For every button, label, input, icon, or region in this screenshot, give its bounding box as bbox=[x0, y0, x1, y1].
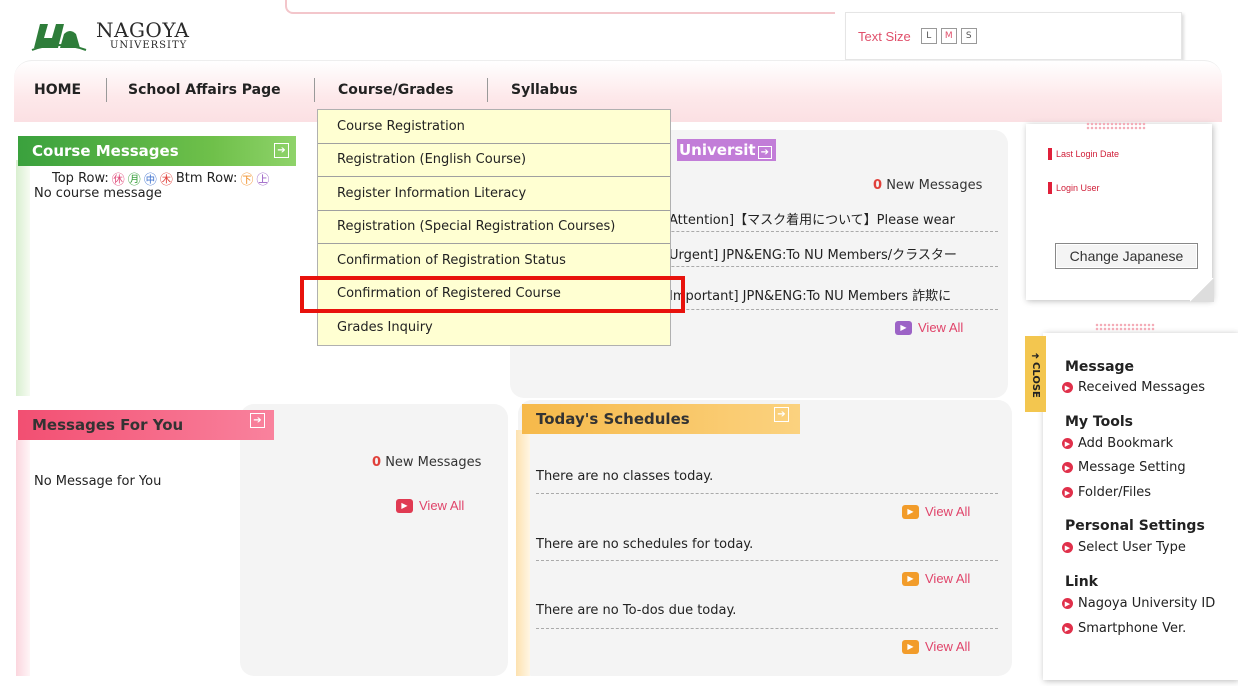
messages-for-you-bg bbox=[240, 404, 508, 676]
bullet-arrow-icon: ▶ bbox=[1062, 438, 1073, 449]
sidebar-heading-my-tools: My Tools bbox=[1065, 414, 1193, 430]
decorative-top-line bbox=[285, 0, 835, 14]
no-schedules-text: There are no schedules for today. bbox=[536, 537, 754, 552]
sidebar-link-nagoya-id[interactable]: ▶ Nagoya University ID bbox=[1062, 596, 1215, 611]
nav-divider bbox=[487, 78, 488, 102]
classes-view-all-link[interactable]: ▶ View All bbox=[902, 504, 970, 519]
messages-for-you-header[interactable]: Messages For You ➔ bbox=[18, 410, 274, 440]
messages-for-you-title: Messages For You bbox=[32, 416, 184, 434]
change-japanese-button[interactable]: Change Japanese bbox=[1055, 243, 1198, 269]
schedules-view-all-link[interactable]: ▶ View All bbox=[902, 571, 970, 586]
bullet-arrow-icon: ▶ bbox=[1062, 598, 1073, 609]
menu-item-registration-special[interactable]: Registration (Special Registration Cours… bbox=[318, 211, 670, 244]
nav-syllabus[interactable]: Syllabus bbox=[507, 82, 582, 104]
nav-divider bbox=[106, 78, 107, 102]
panel-side-stripe bbox=[16, 440, 30, 676]
close-sidebar-tab[interactable]: ➜ CLOSE bbox=[1025, 336, 1046, 412]
todos-view-all-link[interactable]: ▶ View All bbox=[902, 639, 970, 654]
bullet-arrow-icon: ▶ bbox=[1062, 462, 1073, 473]
nav-school-affairs[interactable]: School Affairs Page bbox=[124, 82, 285, 104]
bullet-arrow-icon: ▶ bbox=[1062, 542, 1073, 553]
open-arrow-icon[interactable]: ➔ bbox=[274, 143, 289, 158]
sidebar-heading-message: Message bbox=[1065, 359, 1195, 375]
university-message-1[interactable]: Attention]【マスク着用について】Please wear bbox=[669, 209, 955, 228]
decorative-dots bbox=[1095, 323, 1155, 331]
sidebar-link-add-bookmark[interactable]: ▶ Add Bookmark bbox=[1062, 436, 1173, 451]
course-messages-title: Course Messages bbox=[32, 142, 179, 160]
highlight-annotation-box bbox=[300, 276, 685, 313]
nav-divider bbox=[314, 78, 315, 102]
view-all-arrow-icon: ▶ bbox=[902, 571, 919, 586]
divider bbox=[536, 493, 998, 494]
text-size-large-button[interactable]: L bbox=[920, 28, 937, 44]
menu-item-confirm-registration-status[interactable]: Confirmation of Registration Status bbox=[318, 244, 670, 278]
nav-course-grades[interactable]: Course/Grades bbox=[334, 82, 458, 104]
text-size-small-button[interactable]: S bbox=[960, 28, 977, 44]
page-fold-corner bbox=[1190, 278, 1214, 302]
no-classes-text: There are no classes today. bbox=[536, 469, 714, 484]
text-size-control: Text Size L M S bbox=[845, 12, 1182, 60]
university-new-count: 0 New Messages bbox=[873, 178, 983, 193]
university-message-3[interactable]: Important] JPN&ENG:To NU Members 詐欺に bbox=[669, 285, 951, 304]
university-view-all-link[interactable]: ▶ View All bbox=[895, 320, 963, 335]
last-login-date-label: Last Login Date bbox=[1048, 148, 1119, 160]
todays-schedules-title: Today's Schedules bbox=[536, 410, 690, 428]
logo-sub-text: UNIVERSITY bbox=[110, 39, 188, 51]
bullet-arrow-icon: ▶ bbox=[1062, 623, 1073, 634]
divider bbox=[536, 628, 998, 629]
sidebar-heading-link: Link bbox=[1065, 574, 1158, 590]
menu-item-course-registration[interactable]: Course Registration bbox=[318, 110, 670, 144]
messages-for-you-new-count: 0 New Messages bbox=[372, 455, 482, 470]
view-all-arrow-icon: ▶ bbox=[902, 639, 919, 654]
university-emblem-icon bbox=[31, 24, 87, 51]
panel-side-stripe bbox=[516, 430, 530, 676]
nagoya-university-logo[interactable]: NAGOYA UNIVERSITY bbox=[30, 18, 189, 52]
sidebar-link-received-messages[interactable]: ▶ Received Messages bbox=[1062, 380, 1205, 395]
todays-schedules-header[interactable]: Today's Schedules ➔ bbox=[522, 404, 800, 434]
course-messages-header[interactable]: Course Messages ➔ bbox=[18, 136, 296, 166]
sidebar-link-message-setting[interactable]: ▶ Message Setting bbox=[1062, 460, 1186, 475]
view-all-arrow-icon: ▶ bbox=[902, 504, 919, 519]
sidebar-heading-personal-settings: Personal Settings bbox=[1065, 518, 1238, 534]
text-size-medium-button[interactable]: M bbox=[940, 28, 957, 44]
decorative-dots bbox=[1086, 122, 1146, 130]
panel-side-stripe bbox=[16, 160, 30, 396]
open-arrow-icon[interactable]: ➔ bbox=[250, 413, 265, 428]
university-header[interactable]: Universit ➔ bbox=[677, 139, 776, 161]
messages-for-you-empty: No Message for You bbox=[34, 474, 162, 489]
course-messages-empty: No course message bbox=[34, 186, 162, 201]
view-all-arrow-icon: ▶ bbox=[396, 498, 413, 513]
login-user-label: Login User bbox=[1048, 182, 1100, 194]
sidebar-link-select-user-type[interactable]: ▶ Select User Type bbox=[1062, 540, 1186, 555]
text-size-label: Text Size bbox=[858, 28, 911, 44]
bullet-arrow-icon: ▶ bbox=[1062, 487, 1073, 498]
bullet-arrow-icon: ▶ bbox=[1062, 382, 1073, 393]
divider bbox=[536, 560, 998, 561]
sidebar-link-smartphone[interactable]: ▶ Smartphone Ver. bbox=[1062, 621, 1186, 636]
logo-main-text: NAGOYA bbox=[96, 17, 190, 42]
university-message-2[interactable]: Urgent] JPN&ENG:To NU Members/クラスター bbox=[669, 244, 957, 263]
menu-item-register-info-literacy[interactable]: Register Information Literacy bbox=[318, 177, 670, 211]
nav-home[interactable]: HOME bbox=[30, 82, 86, 104]
menu-item-grades-inquiry[interactable]: Grades Inquiry bbox=[318, 311, 670, 345]
messages-for-you-view-all-link[interactable]: ▶ View All bbox=[396, 498, 464, 513]
no-todos-text: There are no To-dos due today. bbox=[536, 603, 737, 618]
view-all-arrow-icon: ▶ bbox=[895, 320, 912, 335]
close-arrow-icon: ➜ bbox=[1031, 350, 1040, 362]
open-arrow-icon[interactable]: ➔ bbox=[774, 407, 789, 422]
sidebar-link-folder-files[interactable]: ▶ Folder/Files bbox=[1062, 485, 1151, 500]
menu-item-registration-english[interactable]: Registration (English Course) bbox=[318, 144, 670, 177]
